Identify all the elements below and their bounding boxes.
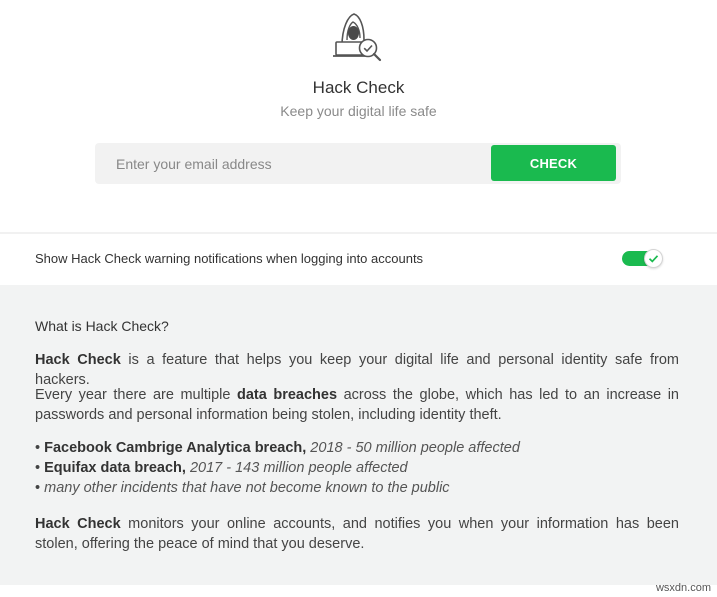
list-item: • many other incidents that have not bec… [35, 478, 679, 498]
info-paragraph-breaches: Every year there are multiple data breac… [35, 385, 679, 425]
notification-toggle-label: Show Hack Check warning notifications wh… [35, 251, 424, 266]
info-panel: What is Hack Check? Hack Check is a feat… [0, 285, 717, 585]
list-item: • Facebook Cambrige Analytica breach, 20… [35, 438, 679, 458]
bold-text: Hack Check [35, 516, 121, 532]
info-heading: What is Hack Check? [35, 318, 169, 334]
paragraph-text: monitors your online accounts, and notif… [35, 516, 679, 552]
page-subtitle: Keep your digital life safe [280, 103, 437, 119]
info-paragraph-intro: Hack Check is a feature that helps you k… [35, 350, 679, 390]
notification-toggle[interactable] [622, 249, 663, 268]
page-title: Hack Check [312, 78, 405, 97]
bullet: • [35, 440, 45, 456]
hacker-with-check-icon [333, 13, 382, 62]
email-field[interactable] [95, 143, 485, 184]
italic-text: 2018 - 50 million people affected [306, 440, 520, 456]
bullet: • [35, 480, 45, 496]
bullet: • [35, 460, 45, 476]
bold-text: Hack Check [35, 352, 121, 368]
paragraph-text: is a feature that helps you keep your di… [35, 352, 679, 388]
paragraph-text: Every year there are multiple [35, 387, 237, 403]
bold-text: data breaches [236, 387, 338, 403]
hack-check-page: Hack Check Keep your digital life safe C… [0, 0, 717, 597]
check-button[interactable]: CHECK [491, 145, 616, 181]
italic-text: 2017 - 143 million people affected [185, 460, 408, 476]
breach-list: • Facebook Cambrige Analytica breach, 20… [35, 438, 679, 498]
watermark: wsxdn.com [655, 582, 711, 594]
info-paragraph-monitoring: Hack Check monitors your online accounts… [35, 514, 679, 554]
list-item: • Equifax data breach, 2017 - 143 millio… [35, 458, 679, 478]
check-icon [648, 255, 659, 263]
divider [0, 232, 717, 234]
bold-text: Equifax data breach, [44, 460, 186, 476]
toggle-knob [644, 249, 663, 268]
italic-text: many other incidents that have not becom… [44, 480, 450, 496]
bold-text: Facebook Cambrige Analytica breach, [44, 440, 307, 456]
